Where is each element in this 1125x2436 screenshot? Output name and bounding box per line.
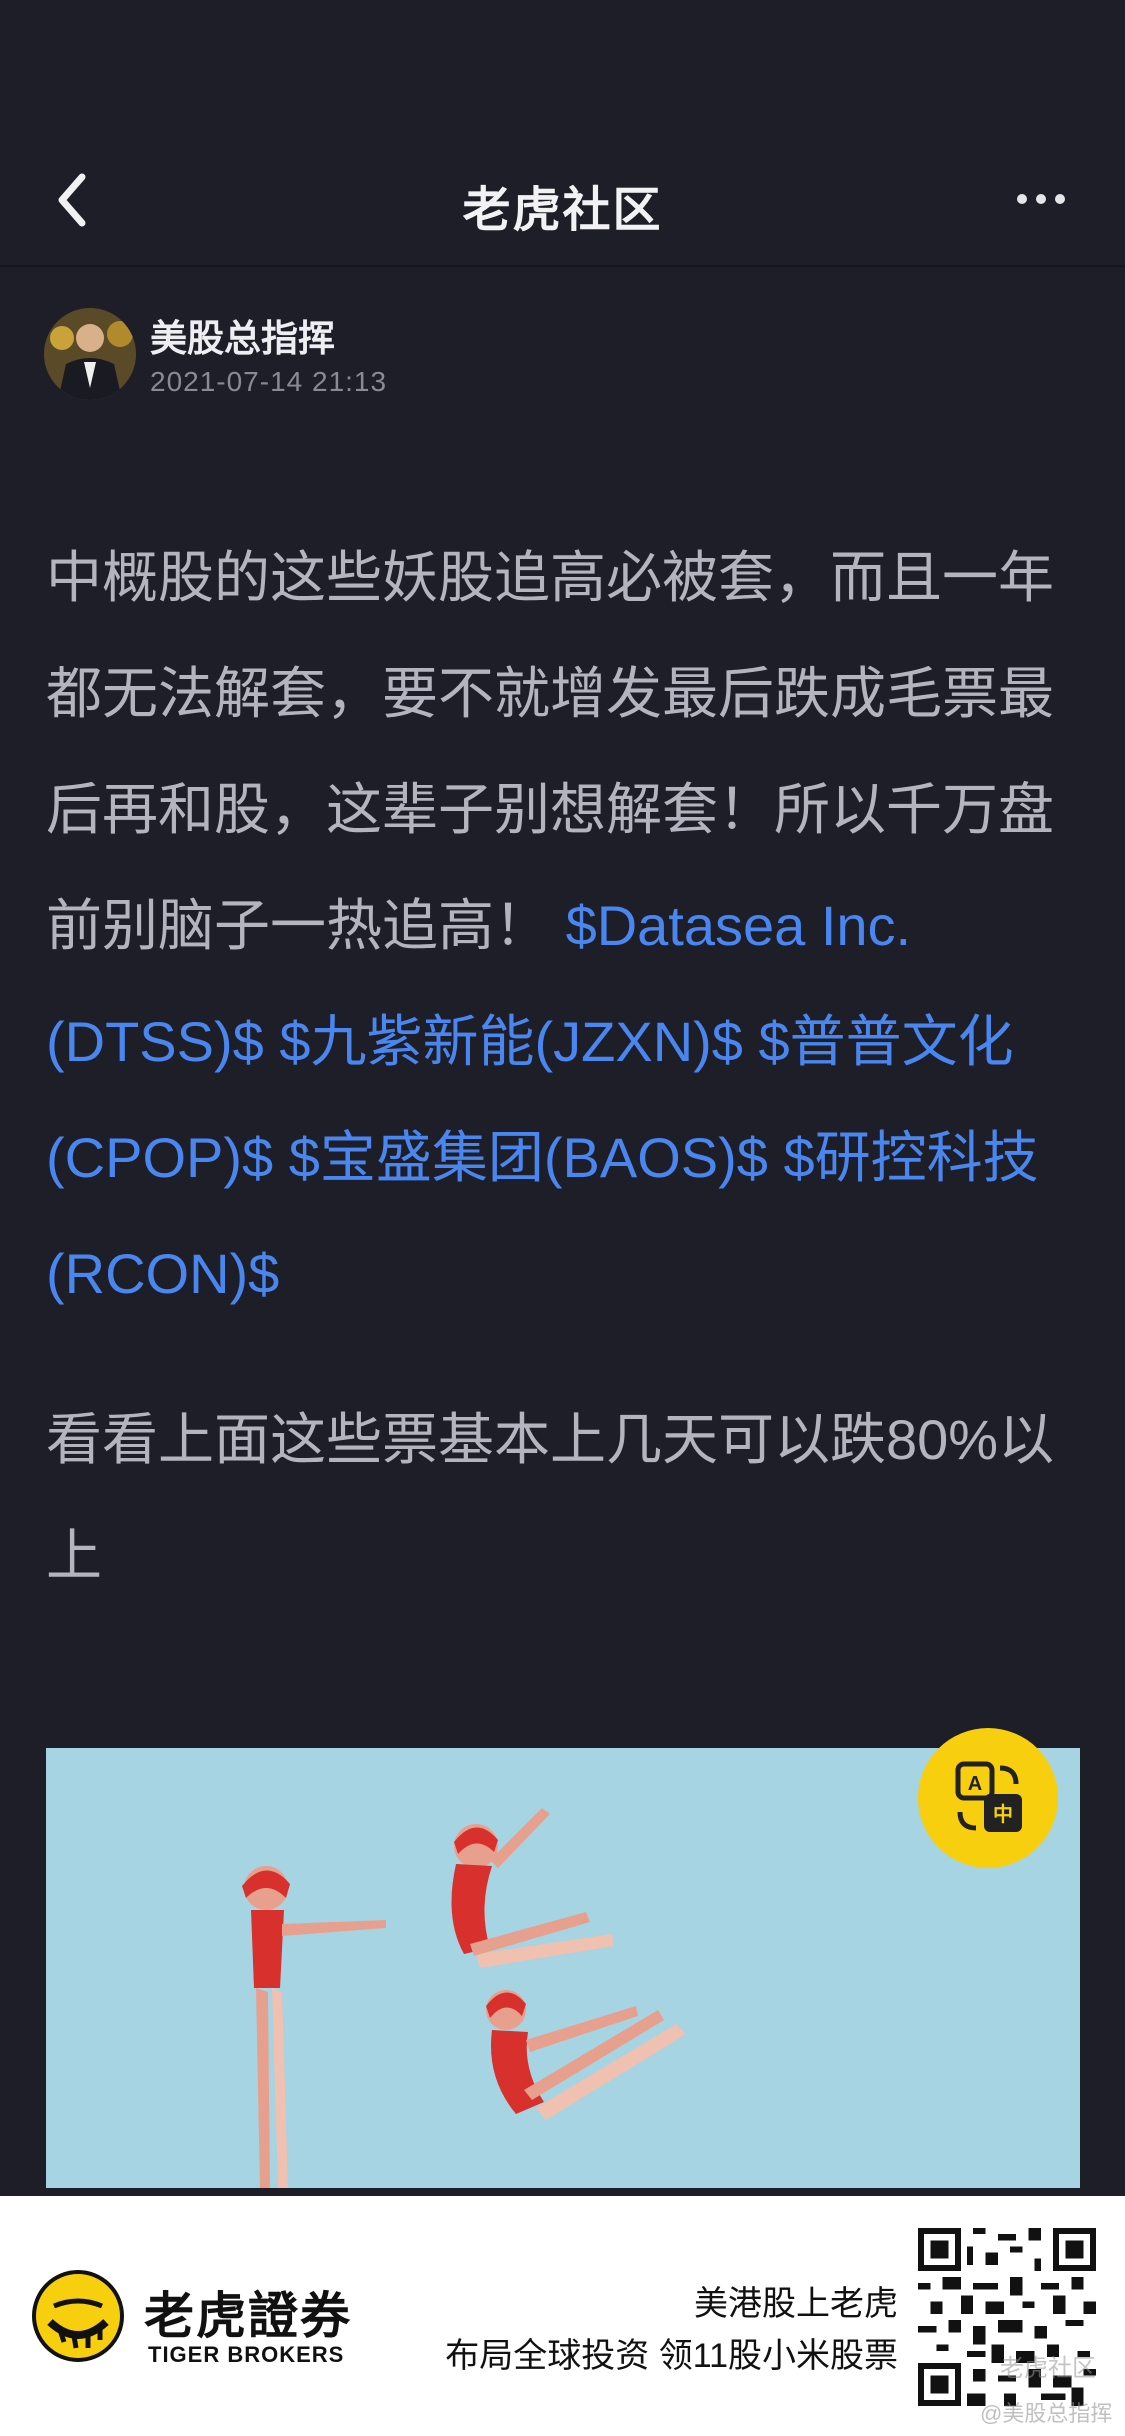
- post-timestamp: 2021-07-14 21:13: [150, 366, 388, 397]
- tiger-logo-icon: [32, 2270, 124, 2362]
- brand-name-en: TIGER BROKERS: [148, 2342, 345, 2367]
- svg-text:中: 中: [993, 1802, 1013, 1826]
- brand-name-cn: 老虎證券: [144, 2288, 352, 2344]
- more-horizontal-icon[interactable]: [1017, 180, 1077, 220]
- post-paragraph-1: 中概股的这些妖股追高必被套，而且一年都无法解套，要不就增发最后跌成毛票最后再和股…: [46, 520, 1086, 1332]
- author-name[interactable]: 美股总指挥: [150, 308, 335, 362]
- ticker-link[interactable]: $九紫新能(JZXN)$: [279, 1010, 743, 1073]
- post-author-row: 美股总指挥 2021-07-14 21:13: [44, 308, 844, 408]
- translate-button[interactable]: A 中: [918, 1728, 1058, 1868]
- watermark-user: @美股总指挥: [980, 2401, 1113, 2426]
- post-paragraph-2: 看看上面这些票基本上几天可以跌80%以上: [46, 1408, 1055, 1587]
- page-title: 老虎社区: [462, 184, 663, 237]
- promo-line-1: 美港股上老虎: [694, 2285, 898, 2323]
- svg-text:A: A: [968, 1773, 982, 1795]
- translate-icon: A 中: [955, 1761, 1022, 1832]
- top-nav-bar: 老虎社区: [0, 0, 1125, 267]
- ticker-link[interactable]: $宝盛集团(BAOS)$: [289, 1126, 768, 1189]
- promo-line-2: 布局全球投资 领11股小米股票: [445, 2337, 898, 2375]
- avatar[interactable]: [44, 308, 136, 400]
- promo-banner[interactable]: 老虎證券 TIGER BROKERS 美港股上老虎 布局全球投资 领11股小米股…: [0, 2196, 1125, 2436]
- post-body: 中概股的这些妖股追高必被套，而且一年都无法解套，要不就增发最后跌成毛票最后再和股…: [46, 520, 1086, 1614]
- watermark-brand: 老虎社区: [1000, 2355, 1096, 2382]
